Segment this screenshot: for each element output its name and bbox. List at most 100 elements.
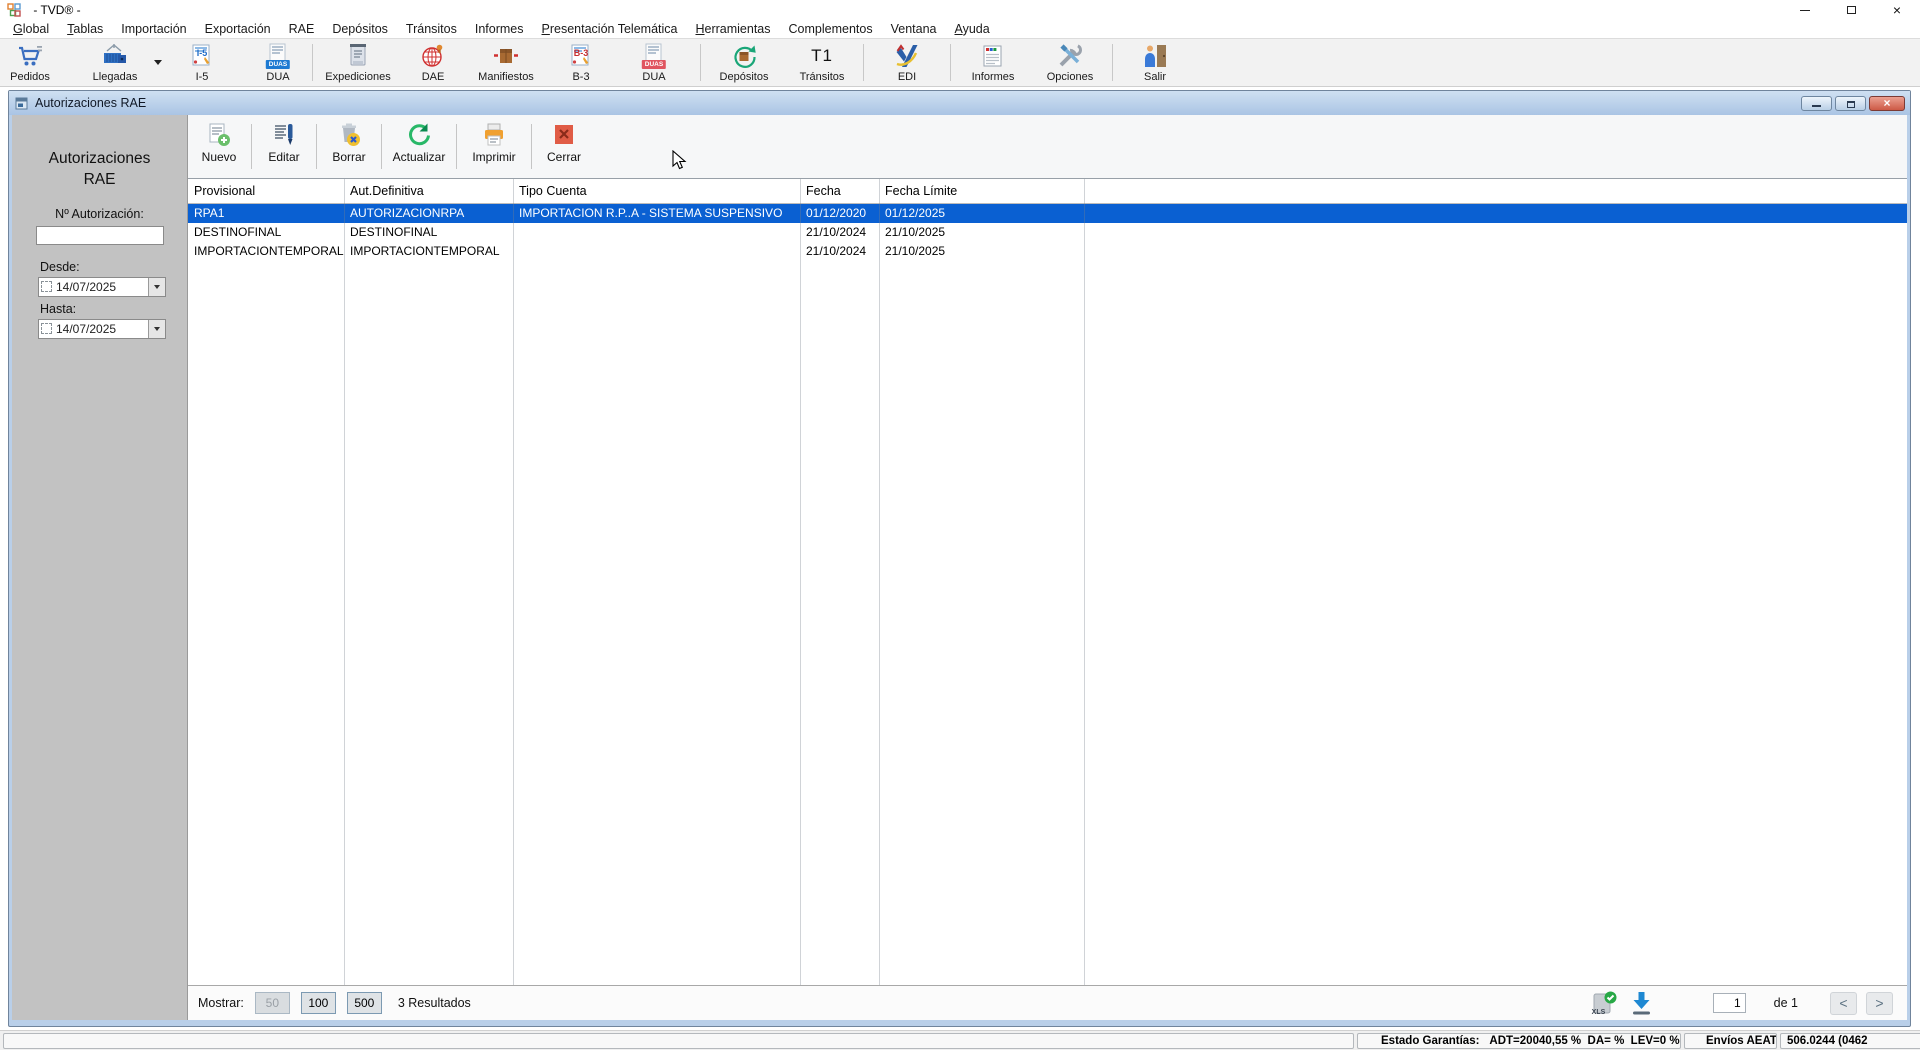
box-icon xyxy=(492,42,520,70)
column-fecha[interactable]: Fecha xyxy=(800,179,879,203)
imprimir-button[interactable]: Imprimir xyxy=(462,115,526,178)
menu-informes[interactable]: Informes xyxy=(466,22,533,36)
table-cell: AUTORIZACIONRPA xyxy=(350,206,465,220)
toolbar-manifiestos[interactable]: Manifiestos xyxy=(466,39,546,86)
printer-icon xyxy=(481,122,507,148)
table-cell: 21/10/2025 xyxy=(885,225,946,239)
chevron-down-icon xyxy=(154,284,160,289)
cerrar-button[interactable]: Cerrar xyxy=(537,115,591,178)
toolbar-i5[interactable]: I-5 I-5 xyxy=(174,39,230,86)
num-autorizacion-input[interactable] xyxy=(35,225,164,245)
menu-global[interactable]: Global xyxy=(4,22,58,36)
refresh-icon xyxy=(406,122,432,148)
toolbar-separator xyxy=(312,44,313,81)
table-cell: 21/10/2025 xyxy=(885,244,946,258)
checkbox-icon[interactable] xyxy=(41,281,52,293)
toolbar-separator xyxy=(950,44,951,81)
toolbar-opciones[interactable]: Opciones xyxy=(1032,39,1108,86)
desde-datepicker[interactable]: 14/07/2025 xyxy=(38,276,166,297)
mostrar-label: Mostrar: xyxy=(198,996,244,1010)
toolbar-edi[interactable]: EDI xyxy=(867,39,947,86)
results-table: Provisional Aut.Definitiva Tipo Cuenta F… xyxy=(188,179,1907,985)
menu-rae[interactable]: RAE xyxy=(280,22,324,36)
inner-close-button[interactable]: × xyxy=(1869,95,1905,111)
borrar-button[interactable]: Borrar xyxy=(322,115,376,178)
toolbar-depositos[interactable]: Depósitos xyxy=(704,39,784,86)
llegadas-dropdown-arrow[interactable] xyxy=(150,39,166,86)
table-cell: IMPORTACIONTEMPORAL xyxy=(194,244,344,258)
toolbar-separator xyxy=(456,124,457,169)
receipt-icon xyxy=(344,42,372,70)
column-fecha-limite[interactable]: Fecha Límite xyxy=(879,179,1084,203)
toolbar-b3[interactable]: B-3 B-3 xyxy=(546,39,616,86)
menu-ventana[interactable]: Ventana xyxy=(882,22,946,36)
page-number-input[interactable] xyxy=(1712,993,1746,1013)
page-size-500-button[interactable]: 500 xyxy=(346,992,382,1014)
previous-page-button[interactable]: < xyxy=(1830,991,1857,1015)
menu-ayuda[interactable]: Ayuda xyxy=(945,22,998,36)
menu-exportacion[interactable]: Exportación xyxy=(196,22,280,36)
table-row[interactable]: DESTINOFINAL DESTINOFINAL 21/10/2024 21/… xyxy=(188,223,1907,242)
record-toolbar: Nuevo Editar Borrar Actualizar Imprimir … xyxy=(188,115,1907,179)
toolbar-transitos[interactable]: T1 Tránsitos xyxy=(784,39,860,86)
table-cell: DESTINOFINAL xyxy=(194,225,282,239)
toolbar-expediciones[interactable]: Expediciones xyxy=(316,39,400,86)
column-aut-definitiva[interactable]: Aut.Definitiva xyxy=(344,179,513,203)
toolbar-dua-red[interactable]: DUAS DUA xyxy=(616,39,692,86)
menu-importacion[interactable]: Importación xyxy=(112,22,195,36)
menu-transitos[interactable]: Tránsitos xyxy=(397,22,466,36)
filter-sidebar: Autorizaciones RAE Nº Autorización: Desd… xyxy=(12,115,188,1020)
main-titlebar: - TVD® - × xyxy=(0,0,1920,20)
desde-dropdown-button[interactable] xyxy=(148,277,165,296)
toolbar-pedidos[interactable]: Pedidos xyxy=(0,39,60,86)
checkbox-icon[interactable] xyxy=(41,323,52,335)
t1-icon: T1 xyxy=(811,46,833,65)
toolbar-informes[interactable]: Informes xyxy=(954,39,1032,86)
maximize-button[interactable] xyxy=(1828,0,1874,20)
inner-window-titlebar[interactable]: Autorizaciones RAE × xyxy=(9,91,1910,115)
inner-minimize-button[interactable] xyxy=(1801,95,1832,111)
results-panel: Nuevo Editar Borrar Actualizar Imprimir … xyxy=(188,115,1907,1020)
page-of-label: de 1 xyxy=(1773,996,1798,1010)
table-row[interactable]: RPA1 AUTORIZACIONRPA IMPORTACION R.P..A … xyxy=(188,204,1907,223)
next-page-button[interactable]: > xyxy=(1866,991,1893,1015)
editar-button[interactable]: Editar xyxy=(257,115,311,178)
close-button[interactable]: × xyxy=(1874,0,1920,20)
menu-depositos[interactable]: Depósitos xyxy=(323,22,397,36)
chevron-down-icon xyxy=(154,326,160,331)
download-icon[interactable] xyxy=(1628,990,1655,1016)
i5-document-icon: I-5 xyxy=(188,42,216,70)
status-empty-panel xyxy=(3,1033,1354,1049)
menu-complementos[interactable]: Complementos xyxy=(780,22,882,36)
autorizaciones-rae-window: Autorizaciones RAE × Autorizaciones RAE … xyxy=(8,90,1911,1027)
export-xls-icon[interactable]: XLS xyxy=(1591,990,1618,1016)
toolbar-salir[interactable]: Salir xyxy=(1116,39,1194,86)
grid-line xyxy=(513,179,514,985)
inner-restore-button[interactable] xyxy=(1835,95,1866,111)
minimize-button[interactable] xyxy=(1782,0,1828,20)
toolbar-dae[interactable]: DAE xyxy=(400,39,466,86)
chevron-left-icon: < xyxy=(1839,995,1848,1011)
column-provisional[interactable]: Provisional xyxy=(188,179,344,203)
hasta-dropdown-button[interactable] xyxy=(148,319,165,338)
hasta-label: Hasta: xyxy=(40,301,77,316)
table-cell: IMPORTACIONTEMPORAL xyxy=(350,244,500,258)
column-tipo-cuenta[interactable]: Tipo Cuenta xyxy=(513,179,800,203)
grid-line xyxy=(879,179,880,985)
page-size-100-button[interactable]: 100 xyxy=(300,992,336,1014)
actualizar-button[interactable]: Actualizar xyxy=(387,115,451,178)
minimize-icon xyxy=(1800,9,1810,11)
nuevo-button[interactable]: Nuevo xyxy=(192,115,246,178)
table-row[interactable]: IMPORTACIONTEMPORAL IMPORTACIONTEMPORAL … xyxy=(188,242,1907,261)
pagination-controls: XLS de 1 < > xyxy=(1591,990,1907,1016)
page-size-50-button[interactable]: 50 xyxy=(254,992,290,1014)
toolbar-llegadas[interactable]: Llegadas xyxy=(80,39,150,86)
restore-icon xyxy=(1846,100,1855,108)
menu-tablas[interactable]: Tablas xyxy=(58,22,112,36)
hasta-datepicker[interactable]: 14/07/2025 xyxy=(38,318,166,339)
status-version-panel: 506.0244 (0462 xyxy=(1780,1033,1920,1049)
inner-window-controls: × xyxy=(1801,95,1905,111)
menu-presentacion-telematica[interactable]: Presentación Telemática xyxy=(533,22,687,36)
menu-herramientas[interactable]: Herramientas xyxy=(686,22,779,36)
toolbar-dua-blue[interactable]: DUAS DUA xyxy=(250,39,306,86)
